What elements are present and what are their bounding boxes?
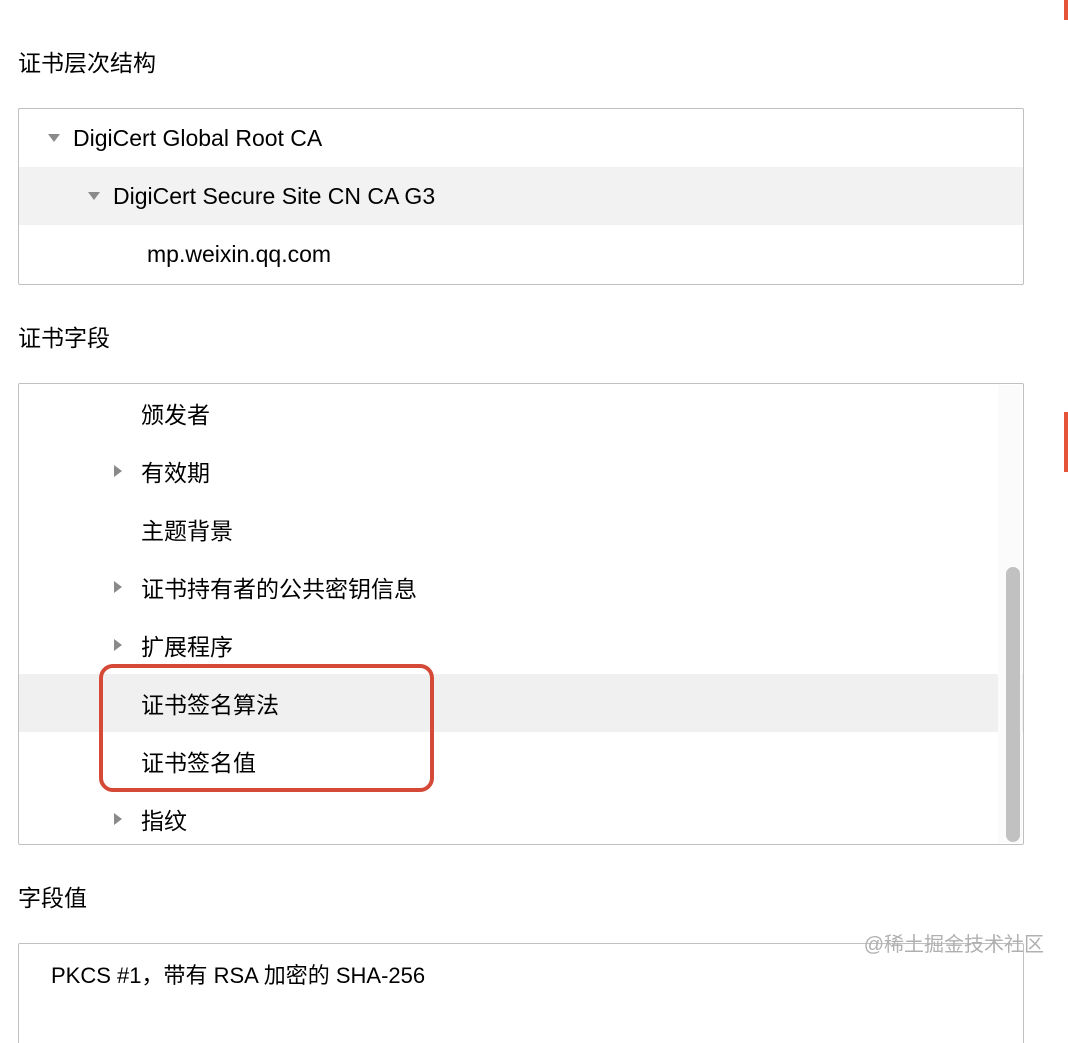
field-label: 扩展程序 xyxy=(141,628,233,662)
hierarchy-label: DigiCert Secure Site CN CA G3 xyxy=(113,183,435,210)
fields-scroll[interactable]: 颁发者 有效期 主题背景 证书持有者的公共密钥信息 xyxy=(19,384,1023,844)
field-label: 颁发者 xyxy=(141,396,210,430)
hierarchy-label: mp.weixin.qq.com xyxy=(147,241,331,268)
chevron-right-icon[interactable] xyxy=(111,464,125,478)
value-panel: PKCS #1，带有 RSA 加密的 SHA-256 xyxy=(18,943,1024,1043)
field-label: 证书签名算法 xyxy=(141,686,279,720)
hierarchy-panel: DigiCert Global Root CA DigiCert Secure … xyxy=(18,108,1024,285)
field-row-sig-algo[interactable]: 证书签名算法 xyxy=(19,674,1023,732)
field-row-issuer[interactable]: 颁发者 xyxy=(19,384,1023,442)
hierarchy-row-leaf[interactable]: mp.weixin.qq.com xyxy=(19,225,1023,283)
field-label: 证书持有者的公共密钥信息 xyxy=(141,570,417,604)
chevron-right-icon[interactable] xyxy=(111,638,125,652)
field-label: 主题背景 xyxy=(141,512,233,546)
hierarchy-row-intermediate[interactable]: DigiCert Secure Site CN CA G3 xyxy=(19,167,1023,225)
edge-decoration xyxy=(1064,0,1068,20)
fields-panel: 颁发者 有效期 主题背景 证书持有者的公共密钥信息 xyxy=(18,383,1024,845)
hierarchy-section-label: 证书层次结构 xyxy=(18,44,1050,78)
chevron-down-icon[interactable] xyxy=(87,189,101,203)
field-row-subject[interactable]: 主题背景 xyxy=(19,500,1023,558)
field-label: 有效期 xyxy=(141,454,210,488)
field-row-extensions[interactable]: 扩展程序 xyxy=(19,616,1023,674)
field-label: 证书签名值 xyxy=(141,744,256,778)
field-value-text: PKCS #1，带有 RSA 加密的 SHA-256 xyxy=(51,963,425,988)
field-row-validity[interactable]: 有效期 xyxy=(19,442,1023,500)
hierarchy-row-root[interactable]: DigiCert Global Root CA xyxy=(19,109,1023,167)
scrollbar-thumb[interactable] xyxy=(1006,567,1020,842)
chevron-right-icon[interactable] xyxy=(111,580,125,594)
chevron-down-icon[interactable] xyxy=(47,131,61,145)
edge-decoration xyxy=(1064,412,1068,472)
watermark: @稀土掘金技术社区 xyxy=(864,928,1044,957)
field-label: 指纹 xyxy=(141,802,187,836)
field-row-sig-value[interactable]: 证书签名值 xyxy=(19,732,1023,790)
scrollbar-track[interactable] xyxy=(998,385,1022,843)
field-row-fingerprint[interactable]: 指纹 xyxy=(19,790,1023,845)
field-row-pubkey[interactable]: 证书持有者的公共密钥信息 xyxy=(19,558,1023,616)
value-section-label: 字段值 xyxy=(18,879,1050,913)
hierarchy-label: DigiCert Global Root CA xyxy=(73,125,322,152)
chevron-right-icon[interactable] xyxy=(111,812,125,826)
fields-section-label: 证书字段 xyxy=(18,319,1050,353)
